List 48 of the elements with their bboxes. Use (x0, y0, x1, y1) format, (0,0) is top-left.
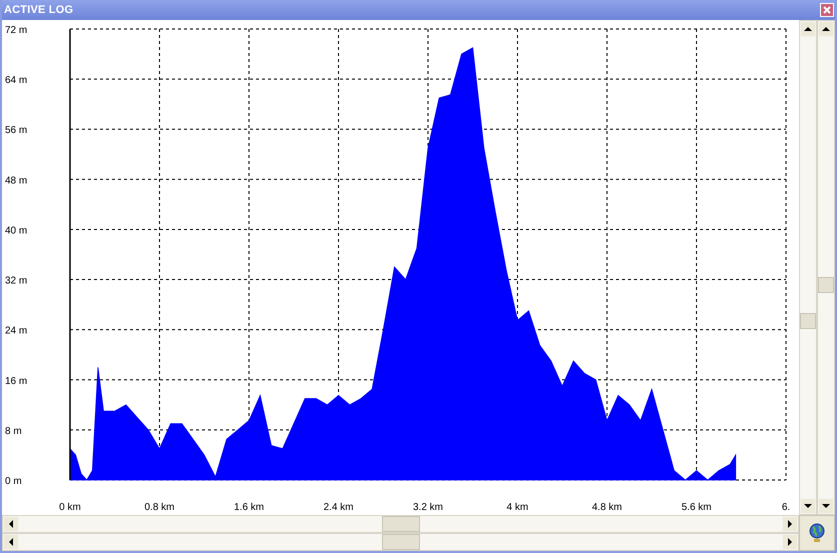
x-axis-label: 1.6 km (234, 502, 264, 513)
scroll-thumb[interactable] (818, 277, 834, 294)
y-axis-label: 0 m (5, 476, 22, 487)
x-axis-label: 6. (782, 502, 790, 513)
y-axis-label: 24 m (5, 326, 28, 337)
x-axis-label: 0 km (59, 502, 81, 513)
x-axis-label: 3.2 km (413, 502, 443, 513)
triangle-down-icon (804, 503, 812, 509)
horizontal-scrollbar[interactable] (2, 533, 799, 551)
scroll-down-button[interactable] (800, 498, 816, 514)
vertical-scrollbar[interactable] (817, 20, 835, 515)
horizontal-scrollbar[interactable] (2, 515, 799, 533)
vertical-scrollbar[interactable] (799, 20, 817, 515)
scroll-thumb[interactable] (800, 312, 816, 329)
triangle-right-icon (787, 520, 793, 528)
triangle-up-icon (822, 26, 830, 32)
y-axis-label: 32 m (5, 276, 28, 287)
x-axis-label: 5.6 km (682, 502, 712, 513)
close-icon (823, 6, 831, 14)
x-axis-label: 0.8 km (144, 502, 174, 513)
y-axis-label: 48 m (5, 175, 28, 186)
window-title: ACTIVE LOG (4, 4, 74, 16)
scroll-right-button[interactable] (782, 534, 798, 550)
triangle-down-icon (822, 503, 830, 509)
y-axis-label: 56 m (5, 125, 28, 136)
triangle-left-icon (8, 520, 14, 528)
x-axis-label: 2.4 km (324, 502, 354, 513)
y-axis-label: 8 m (5, 426, 22, 437)
y-axis-label: 64 m (5, 75, 28, 86)
scroll-left-button[interactable] (3, 516, 19, 532)
scroll-thumb[interactable] (382, 516, 420, 532)
x-axis-label: 4.8 km (592, 502, 622, 513)
scroll-up-button[interactable] (818, 21, 834, 37)
y-axis-label: 40 m (5, 225, 28, 236)
triangle-up-icon (804, 26, 812, 32)
triangle-left-icon (8, 538, 14, 546)
triangle-right-icon (787, 538, 793, 546)
scroll-down-button[interactable] (818, 498, 834, 514)
y-axis-label: 16 m (5, 376, 28, 387)
map-button[interactable] (799, 515, 835, 551)
scroll-up-button[interactable] (800, 21, 816, 37)
close-button[interactable] (820, 3, 834, 17)
y-axis-label: 72 m (5, 25, 28, 36)
scroll-left-button[interactable] (3, 534, 19, 550)
globe-icon (808, 523, 826, 543)
x-axis-label: 4 km (506, 502, 528, 513)
scroll-right-button[interactable] (782, 516, 798, 532)
scroll-thumb[interactable] (382, 534, 420, 550)
